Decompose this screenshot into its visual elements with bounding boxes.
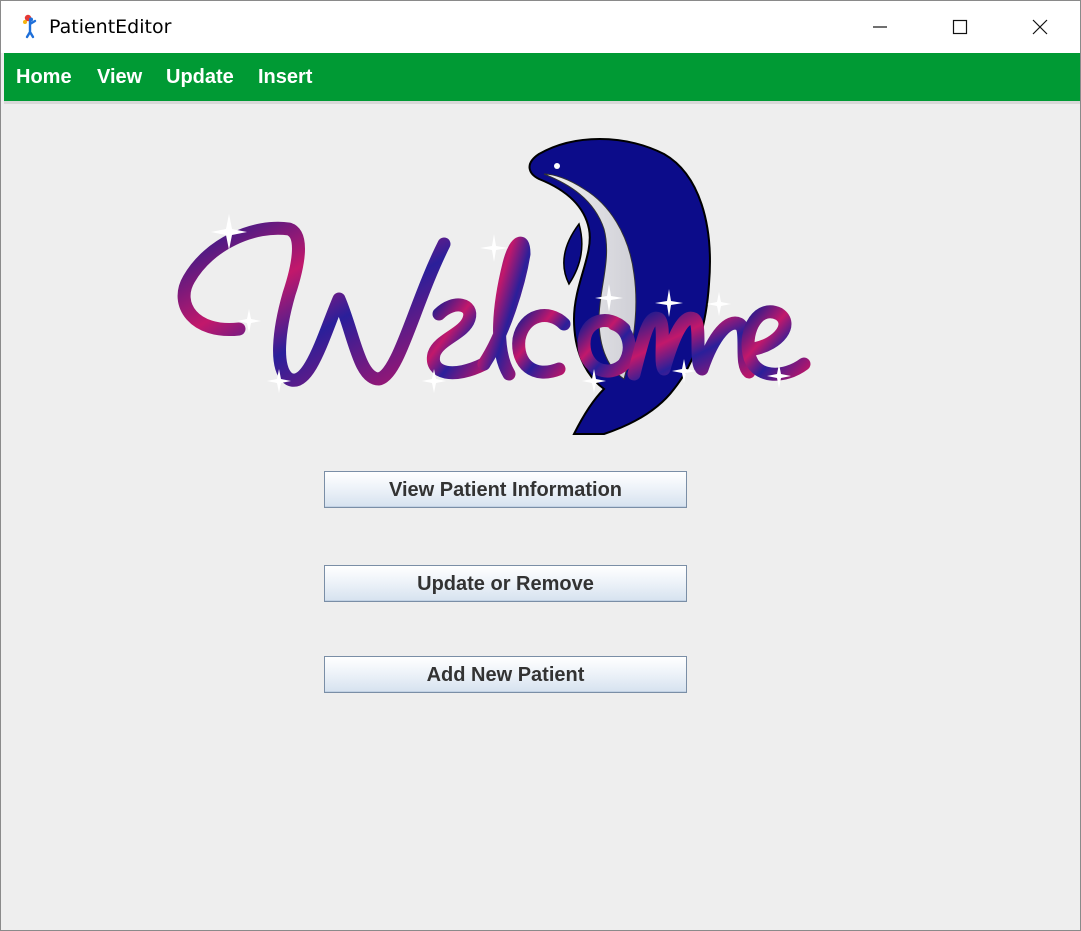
menu-home[interactable]: Home [16, 66, 72, 89]
add-new-patient-button[interactable]: Add New Patient [324, 656, 687, 693]
dolphin-icon [528, 138, 711, 435]
menu-view[interactable]: View [97, 66, 142, 89]
update-or-remove-button[interactable]: Update or Remove [324, 565, 687, 602]
menu-update[interactable]: Update [166, 66, 234, 89]
menu-insert[interactable]: Insert [258, 66, 312, 89]
close-icon [1032, 19, 1048, 35]
minimize-icon [873, 26, 887, 28]
menu-bar: Home View Update Insert [4, 53, 1080, 104]
close-button[interactable] [1000, 1, 1080, 53]
app-figure-icon [23, 14, 37, 39]
minimize-button[interactable] [840, 1, 920, 53]
window-title: PatientEditor [49, 16, 172, 38]
maximize-icon [952, 19, 968, 35]
view-patient-information-button[interactable]: View Patient Information [324, 471, 687, 508]
title-bar: PatientEditor [1, 1, 1080, 53]
maximize-button[interactable] [920, 1, 1000, 53]
main-panel: View Patient Information Update or Remov… [4, 104, 1080, 930]
welcome-logo [177, 138, 811, 435]
app-window: PatientEditor Home View Update Insert Vi… [0, 0, 1081, 931]
